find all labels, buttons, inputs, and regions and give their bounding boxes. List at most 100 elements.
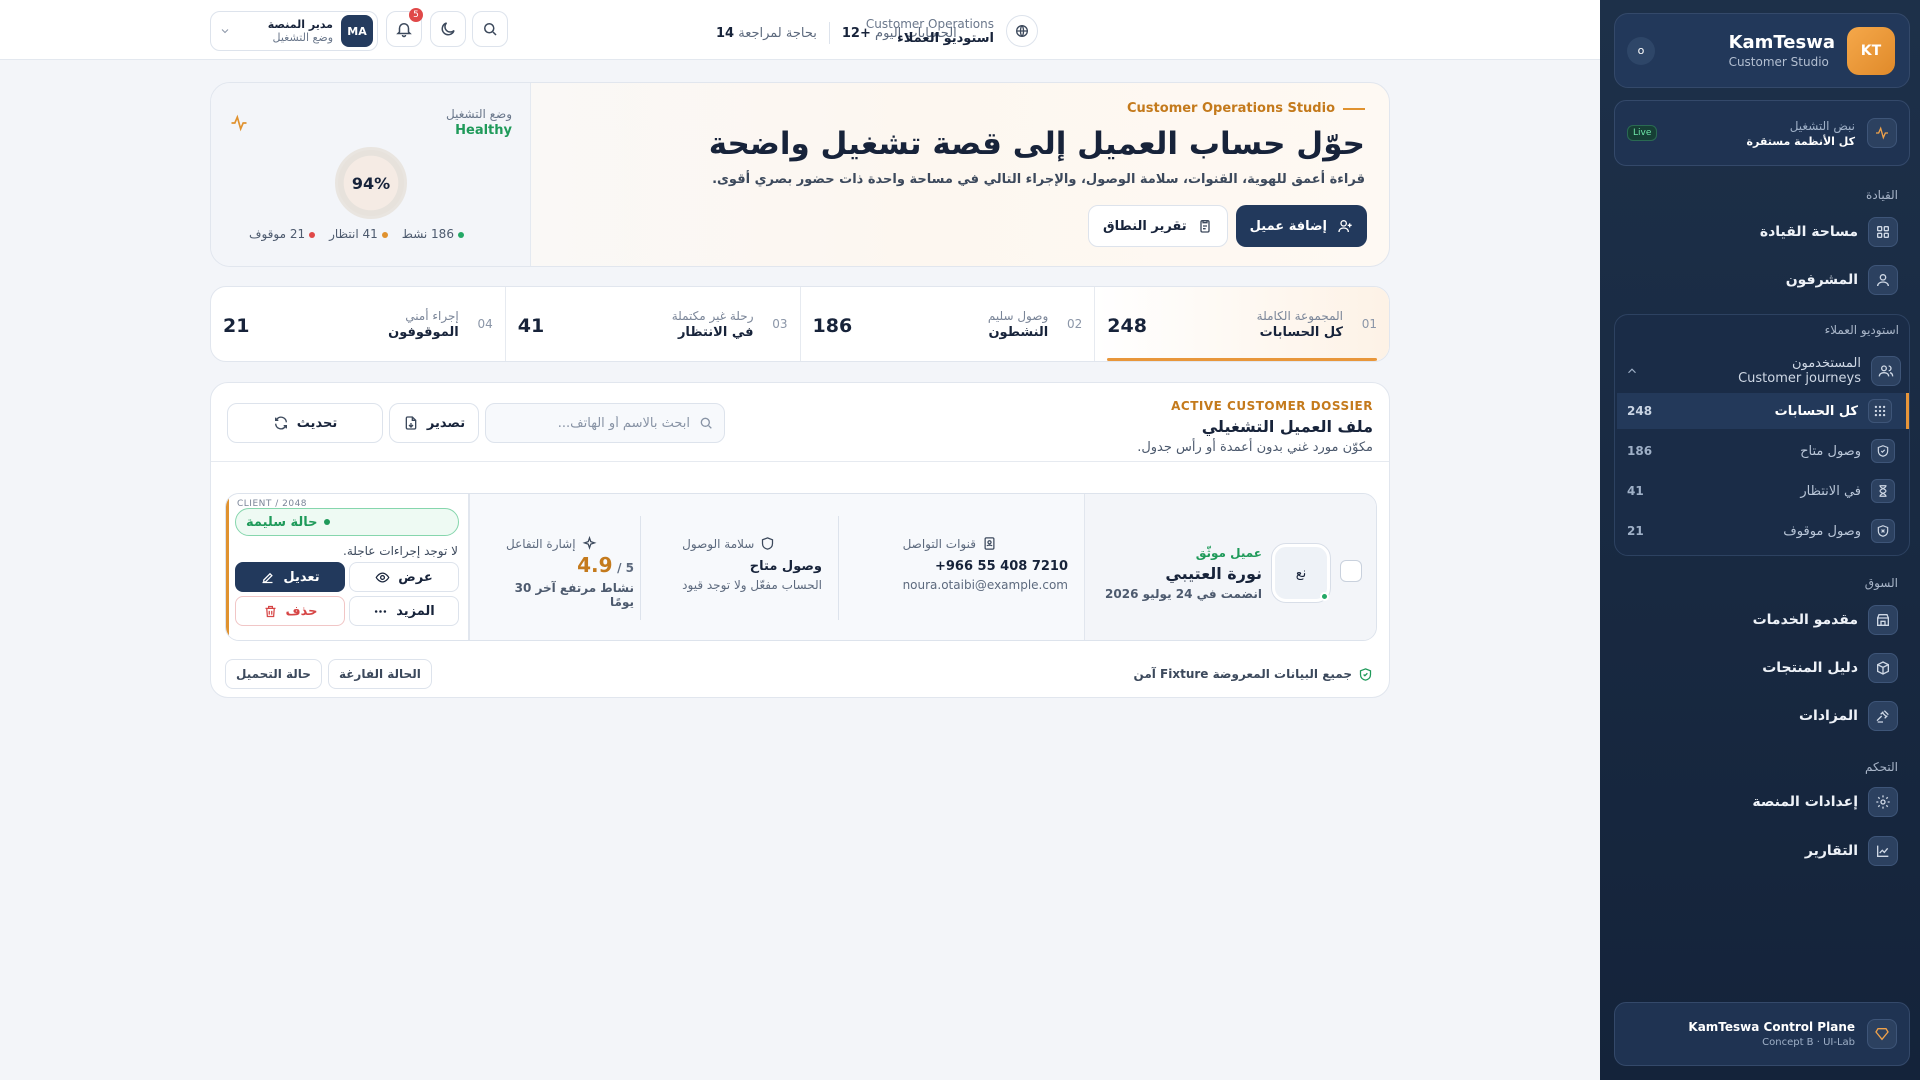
sub-item-count: 21	[1627, 524, 1644, 538]
segment-tabs: 21 إجراء أمني الموقوفون 04 41 رحلة غير م…	[210, 286, 1390, 362]
nav-auctions[interactable]: المزادات	[1638, 698, 1898, 734]
edit-button[interactable]: تعديل	[235, 562, 345, 592]
nav-products[interactable]: دليل المنتجات	[1638, 650, 1898, 686]
access-heading: سلامة الوصول	[682, 536, 822, 551]
customer-phone[interactable]: +966 55 408 7210	[903, 559, 1068, 574]
brand-subtitle: Customer Studio	[1728, 55, 1829, 69]
add-customer-button[interactable]: إضافة عميل	[1235, 205, 1367, 247]
tab-value: 21	[223, 315, 250, 337]
tab-all-accounts[interactable]: 248 المجموعة الكاملة كل الحسابات 01	[1094, 287, 1389, 361]
contact-card-icon	[984, 537, 995, 550]
chevron-down-icon	[221, 29, 229, 34]
chevron-up-icon	[1628, 368, 1636, 374]
no-action-note: لا توجد إجراءات عاجلة.	[343, 544, 458, 558]
customer-email[interactable]: noura.otaibi@example.com	[903, 578, 1068, 592]
search-button[interactable]	[472, 11, 508, 47]
scope-report-button[interactable]: تقرير النطاق	[1088, 205, 1228, 247]
nav-products-label: دليل المنتجات	[1762, 660, 1858, 676]
moon-icon	[441, 22, 455, 36]
nav-supervisors-label: المشرفون	[1785, 272, 1858, 288]
fixture-safe-note: جميع البيانات المعروضة Fixture آمن	[1134, 667, 1373, 682]
dossier-header: ACTIVE CUSTOMER DOSSIER ملف العميل التشغ…	[1137, 399, 1373, 455]
mode-label: وضع التشغيل	[446, 107, 512, 121]
brand-card[interactable]: o KamTeswa Customer Studio KT	[1614, 13, 1910, 88]
nav-supervisors[interactable]: المشرفون	[1638, 262, 1898, 298]
search-icon	[700, 417, 712, 429]
health-percent: 94%	[351, 173, 391, 193]
ops-pulse-card: Live نبض التشغيل كل الأنظمة مستقرة	[1614, 100, 1910, 166]
theme-toggle-button[interactable]	[430, 11, 466, 47]
nav-reports[interactable]: التقارير	[1638, 833, 1898, 869]
stat-active: 186 نشط	[402, 227, 464, 241]
access-note: الحساب مفعّل ولا توجد قيود	[682, 578, 822, 592]
kpi-review: بحاجة لمراجعة 14	[716, 25, 817, 41]
group-users-label: المستخدمون	[1791, 356, 1861, 371]
grid-icon	[1868, 217, 1898, 247]
customer-dossier: ACTIVE CUSTOMER DOSSIER ملف العميل التشغ…	[210, 382, 1390, 698]
health-panel: وضع التشغيل Healthy 94% 186 نشط 41 انتظا…	[211, 83, 531, 266]
tab-value: 186	[812, 315, 853, 337]
hero-lead: قراءة أعمق للهوية، القنوات، سلامة الوصول…	[712, 172, 1365, 187]
health-gauge: 94%	[335, 147, 407, 219]
more-dots-icon	[375, 609, 387, 613]
collapse-toggle[interactable]: o	[1627, 36, 1655, 65]
brand-logo: KT	[1847, 26, 1895, 75]
sub-item-label: وصول متاح	[1800, 443, 1861, 459]
control-plane-card: KamTeswa Control Plane Concept B · UI-La…	[1614, 1002, 1910, 1066]
select-checkbox[interactable]	[1340, 560, 1362, 582]
tab-waiting[interactable]: 41 رحلة غير مكتملة في الانتظار 03	[504, 287, 800, 361]
tab-number: 01	[1361, 317, 1377, 331]
tab-suspended[interactable]: 21 إجراء أمني الموقوفون 04	[211, 287, 505, 361]
sidebar: o KamTeswa Customer Studio KT Live نبض ا…	[1600, 0, 1920, 1080]
tab-label: الموقوفون	[388, 325, 459, 340]
profile-menu[interactable]: مدير المنصة وضع التشغيل MA	[210, 11, 378, 51]
sub-item-access-available[interactable]: 186 وصول متاح	[1617, 433, 1909, 469]
customer-studio-group: استوديو العملاء المستخدمون Customer jour…	[1614, 314, 1910, 556]
customer-identity: نع عميل موثّق نورة العتيبي انضمت في 24 ي…	[1084, 494, 1376, 640]
notification-badge: 5	[409, 8, 423, 22]
tab-kicker: وصول سليم	[987, 309, 1049, 323]
customer-name: نورة العتيبي	[1165, 564, 1262, 583]
refresh-icon	[274, 416, 287, 430]
dossier-subtitle: مكوّن مورد غني بدون أعمدة أو رأس جدول.	[1137, 440, 1373, 455]
box-icon	[1868, 653, 1898, 683]
users-group-toggle[interactable]: المستخدمون Customer journeys	[1625, 351, 1901, 391]
hero-content: Customer Operations Studio حوّل حساب الع…	[605, 101, 1365, 187]
store-icon	[1868, 605, 1898, 635]
more-button[interactable]: المزيد	[349, 596, 459, 626]
kpi-review-value: 14	[716, 25, 735, 41]
nav-providers-label: مقدمو الخدمات	[1752, 612, 1858, 628]
view-button[interactable]: عرض	[349, 562, 459, 592]
trash-icon	[265, 605, 276, 617]
nav-reports-label: التقارير	[1804, 843, 1858, 859]
sub-item-waiting[interactable]: 41 في الانتظار	[1617, 473, 1909, 509]
dossier-footer: حالة التحميل الحالة الفارغة جميع البيانا…	[211, 659, 1389, 689]
kpi-divider	[828, 22, 830, 44]
customer-actions: CLIENT / 2048 حالة سليمة لا توجد إجراءات…	[226, 494, 469, 640]
nav-settings[interactable]: إعدادات المنصة	[1638, 784, 1898, 820]
tab-active[interactable]: 186 وصول سليم النشطون 02	[799, 287, 1095, 361]
shield-check-icon	[1871, 439, 1895, 463]
users-icon	[1871, 356, 1901, 386]
signal-column: إشارة التفاعل 4.9 / 5 نشاط مرتفع آخر 30 …	[506, 536, 634, 609]
refresh-button[interactable]: تحديث	[227, 403, 383, 443]
globe-icon	[1006, 15, 1038, 47]
shield-icon	[762, 537, 774, 550]
loading-state-chip[interactable]: حالة التحميل	[225, 659, 322, 689]
search-field[interactable]	[485, 403, 725, 443]
nav-dashboard[interactable]: مساحة القيادة	[1638, 214, 1898, 250]
tab-value: 248	[1107, 315, 1147, 337]
delete-button[interactable]: حذف	[235, 596, 345, 626]
search-input[interactable]	[510, 415, 690, 431]
sub-item-all-accounts[interactable]: 248 كل الحسابات	[1617, 393, 1909, 429]
sub-item-label: كل الحسابات	[1774, 403, 1858, 419]
empty-state-chip[interactable]: الحالة الفارغة	[327, 659, 432, 689]
live-badge: Live	[1627, 125, 1658, 141]
sub-item-suspended[interactable]: 21 وصول موقوف	[1617, 513, 1909, 549]
export-button[interactable]: تصدير	[389, 403, 479, 443]
tab-number: 03	[772, 317, 788, 331]
notifications-button[interactable]: 5	[386, 8, 423, 47]
status-badge: حالة سليمة	[235, 508, 459, 536]
workspace-switcher[interactable]: Customer Operations استوديو العملاء	[866, 15, 1038, 47]
nav-providers[interactable]: مقدمو الخدمات	[1638, 602, 1898, 638]
